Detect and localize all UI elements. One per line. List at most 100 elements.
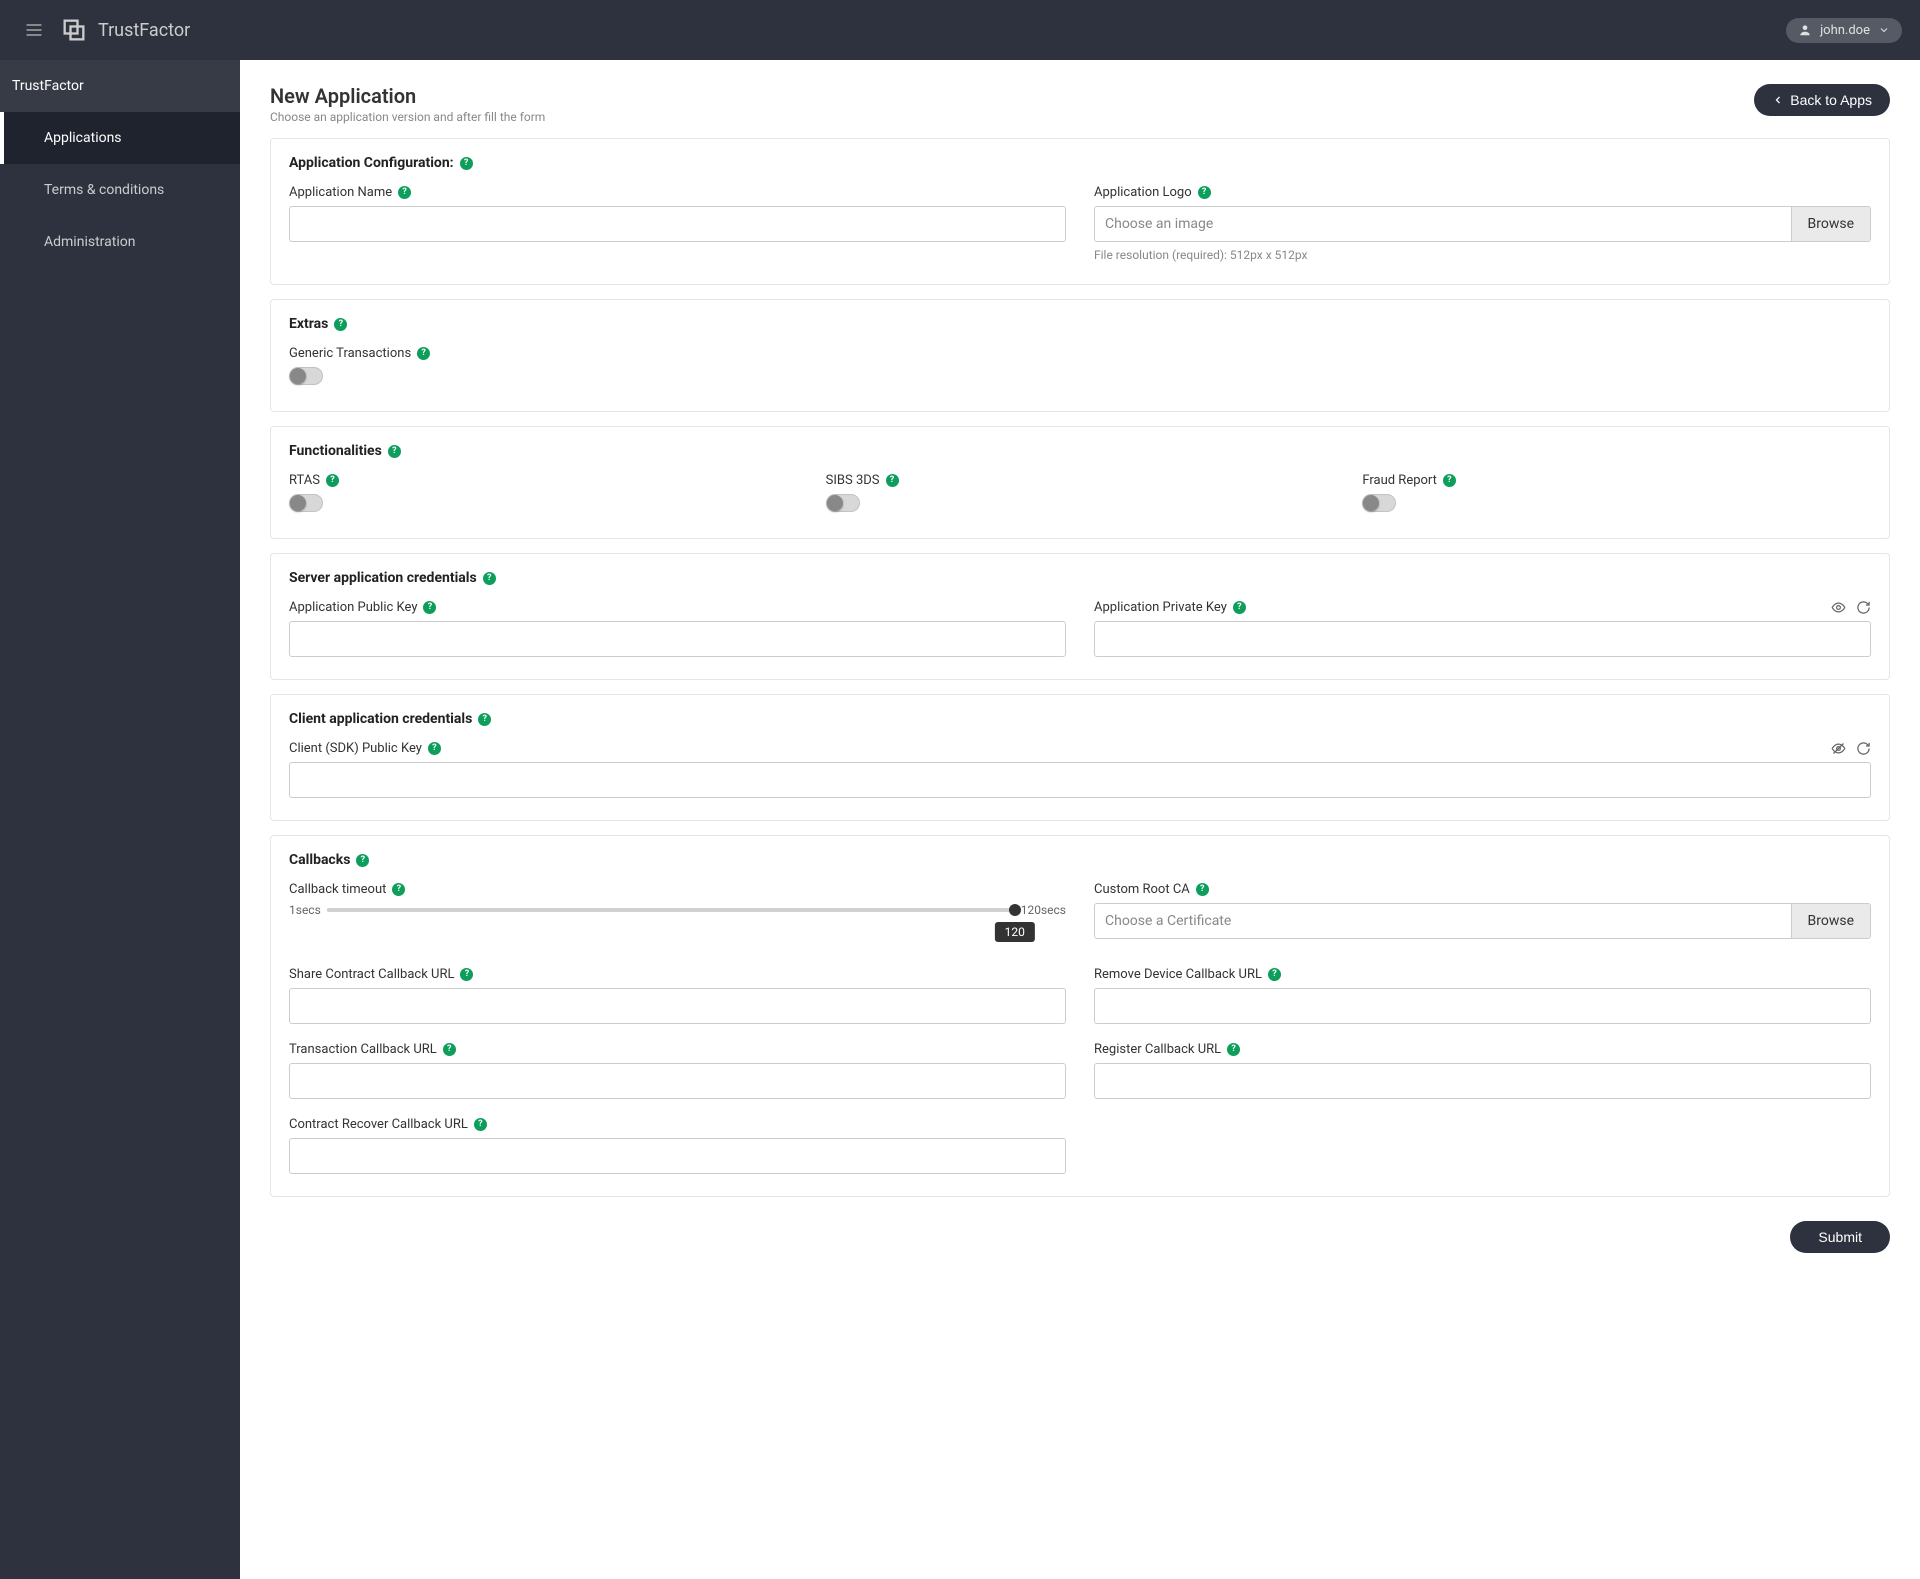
help-icon[interactable]: ?	[1198, 186, 1211, 199]
help-icon[interactable]: ?	[326, 474, 339, 487]
register-url-input[interactable]	[1094, 1063, 1871, 1099]
help-icon[interactable]: ?	[1233, 601, 1246, 614]
label-app-public-key: Application Public Key ?	[289, 600, 1066, 615]
logo-placeholder: Choose an image	[1095, 207, 1791, 241]
label-fraud-report: Fraud Report ?	[1362, 473, 1871, 488]
application-private-key-input[interactable]	[1094, 621, 1871, 657]
label-callback-timeout: Callback timeout ?	[289, 882, 1066, 897]
page-title: New Application	[270, 84, 545, 108]
user-menu-button[interactable]: john.doe	[1786, 18, 1902, 43]
panel-title-callbacks: Callbacks ?	[289, 852, 1871, 868]
app-header: TrustFactor john.doe	[0, 0, 1920, 60]
slider-min: 1secs	[289, 903, 321, 917]
help-icon[interactable]: ?	[334, 318, 347, 331]
sidebar-item-administration[interactable]: Administration	[0, 216, 240, 268]
hamburger-menu-button[interactable]	[18, 14, 50, 46]
label-app-private-key: Application Private Key ?	[1094, 600, 1871, 615]
browse-button[interactable]: Browse	[1791, 207, 1870, 241]
back-to-apps-button[interactable]: Back to Apps	[1754, 84, 1890, 116]
label-register-url: Register Callback URL ?	[1094, 1042, 1871, 1057]
application-public-key-input[interactable]	[289, 621, 1066, 657]
sidebar: TrustFactor Applications Terms & conditi…	[0, 60, 240, 1579]
label-transaction-url: Transaction Callback URL ?	[289, 1042, 1066, 1057]
label-app-name: Application Name ?	[289, 185, 1066, 200]
help-icon[interactable]: ?	[460, 968, 473, 981]
panel-app-configuration: Application Configuration: ? Application…	[270, 138, 1890, 285]
panel-title-server-credentials: Server application credentials ?	[289, 570, 1871, 586]
main-content: New Application Choose an application ve…	[240, 60, 1920, 1579]
help-icon[interactable]: ?	[886, 474, 899, 487]
application-logo-input[interactable]: Choose an image Browse	[1094, 206, 1871, 242]
slider-track[interactable]: 120	[327, 908, 1015, 912]
client-sdk-public-key-input[interactable]	[289, 762, 1871, 798]
toggle-rtas[interactable]	[289, 494, 323, 512]
contract-recover-url-input[interactable]	[289, 1138, 1066, 1174]
toggle-generic-transactions[interactable]	[289, 367, 323, 385]
eye-off-icon[interactable]	[1831, 741, 1846, 756]
logo-icon	[60, 16, 88, 44]
submit-button[interactable]: Submit	[1790, 1221, 1890, 1253]
app-logo: TrustFactor	[60, 16, 190, 44]
refresh-icon[interactable]	[1856, 600, 1871, 615]
help-icon[interactable]: ?	[478, 713, 491, 726]
help-icon[interactable]: ?	[423, 601, 436, 614]
browse-button[interactable]: Browse	[1791, 904, 1870, 938]
label-rtas: RTAS ?	[289, 473, 798, 488]
panel-title-app-config: Application Configuration: ?	[289, 155, 1871, 171]
help-icon[interactable]: ?	[428, 742, 441, 755]
page-subtitle: Choose an application version and after …	[270, 110, 545, 124]
help-icon[interactable]: ?	[398, 186, 411, 199]
page-header: New Application Choose an application ve…	[270, 84, 1890, 124]
label-share-contract-url: Share Contract Callback URL ?	[289, 967, 1066, 982]
help-icon[interactable]: ?	[1227, 1043, 1240, 1056]
help-icon[interactable]: ?	[356, 854, 369, 867]
remove-device-url-input[interactable]	[1094, 988, 1871, 1024]
label-generic-transactions: Generic Transactions ?	[289, 346, 1871, 361]
help-icon[interactable]: ?	[417, 347, 430, 360]
submit-bar: Submit	[270, 1221, 1890, 1253]
help-icon[interactable]: ?	[1196, 883, 1209, 896]
custom-root-ca-input[interactable]: Choose a Certificate Browse	[1094, 903, 1871, 939]
panel-title-extras: Extras ?	[289, 316, 1871, 332]
help-icon[interactable]: ?	[474, 1118, 487, 1131]
help-icon[interactable]: ?	[388, 445, 401, 458]
callback-timeout-slider[interactable]: 1secs 120 120secs	[289, 903, 1066, 917]
root-ca-placeholder: Choose a Certificate	[1095, 904, 1791, 938]
panel-extras: Extras ? Generic Transactions ?	[270, 299, 1890, 412]
panel-title-client-credentials: Client application credentials ?	[289, 711, 1871, 727]
panel-callbacks: Callbacks ? Callback timeout ? 1secs 120…	[270, 835, 1890, 1197]
label-sdk-public-key: Client (SDK) Public Key ?	[289, 741, 1871, 756]
transaction-url-input[interactable]	[289, 1063, 1066, 1099]
sidebar-item-applications[interactable]: Applications	[0, 112, 240, 164]
slider-thumb[interactable]	[1009, 904, 1021, 916]
user-icon	[1798, 23, 1812, 37]
help-icon[interactable]: ?	[392, 883, 405, 896]
logo-hint: File resolution (required): 512px x 512p…	[1094, 248, 1871, 262]
label-sibs-3ds: SIBS 3DS ?	[826, 473, 1335, 488]
sidebar-item-terms[interactable]: Terms & conditions	[0, 164, 240, 216]
toggle-sibs-3ds[interactable]	[826, 494, 860, 512]
label-remove-device-url: Remove Device Callback URL ?	[1094, 967, 1871, 982]
hamburger-icon	[24, 20, 44, 40]
chevron-left-icon	[1772, 94, 1784, 106]
panel-functionalities: Functionalities ? RTAS ? SIBS 3DS ?	[270, 426, 1890, 539]
refresh-icon[interactable]	[1856, 741, 1871, 756]
user-name: john.doe	[1820, 23, 1870, 38]
help-icon[interactable]: ?	[443, 1043, 456, 1056]
help-icon[interactable]: ?	[483, 572, 496, 585]
app-name: TrustFactor	[98, 20, 190, 41]
slider-tooltip: 120	[995, 922, 1035, 942]
help-icon[interactable]: ?	[460, 157, 473, 170]
label-contract-recover-url: Contract Recover Callback URL ?	[289, 1117, 1066, 1132]
panel-server-credentials: Server application credentials ? Applica…	[270, 553, 1890, 680]
help-icon[interactable]: ?	[1268, 968, 1281, 981]
application-name-input[interactable]	[289, 206, 1066, 242]
panel-client-credentials: Client application credentials ? Client …	[270, 694, 1890, 821]
share-contract-url-input[interactable]	[289, 988, 1066, 1024]
panel-title-functionalities: Functionalities ?	[289, 443, 1871, 459]
eye-icon[interactable]	[1831, 600, 1846, 615]
label-app-logo: Application Logo ?	[1094, 185, 1871, 200]
toggle-fraud-report[interactable]	[1362, 494, 1396, 512]
sidebar-header: TrustFactor	[0, 60, 240, 112]
help-icon[interactable]: ?	[1443, 474, 1456, 487]
